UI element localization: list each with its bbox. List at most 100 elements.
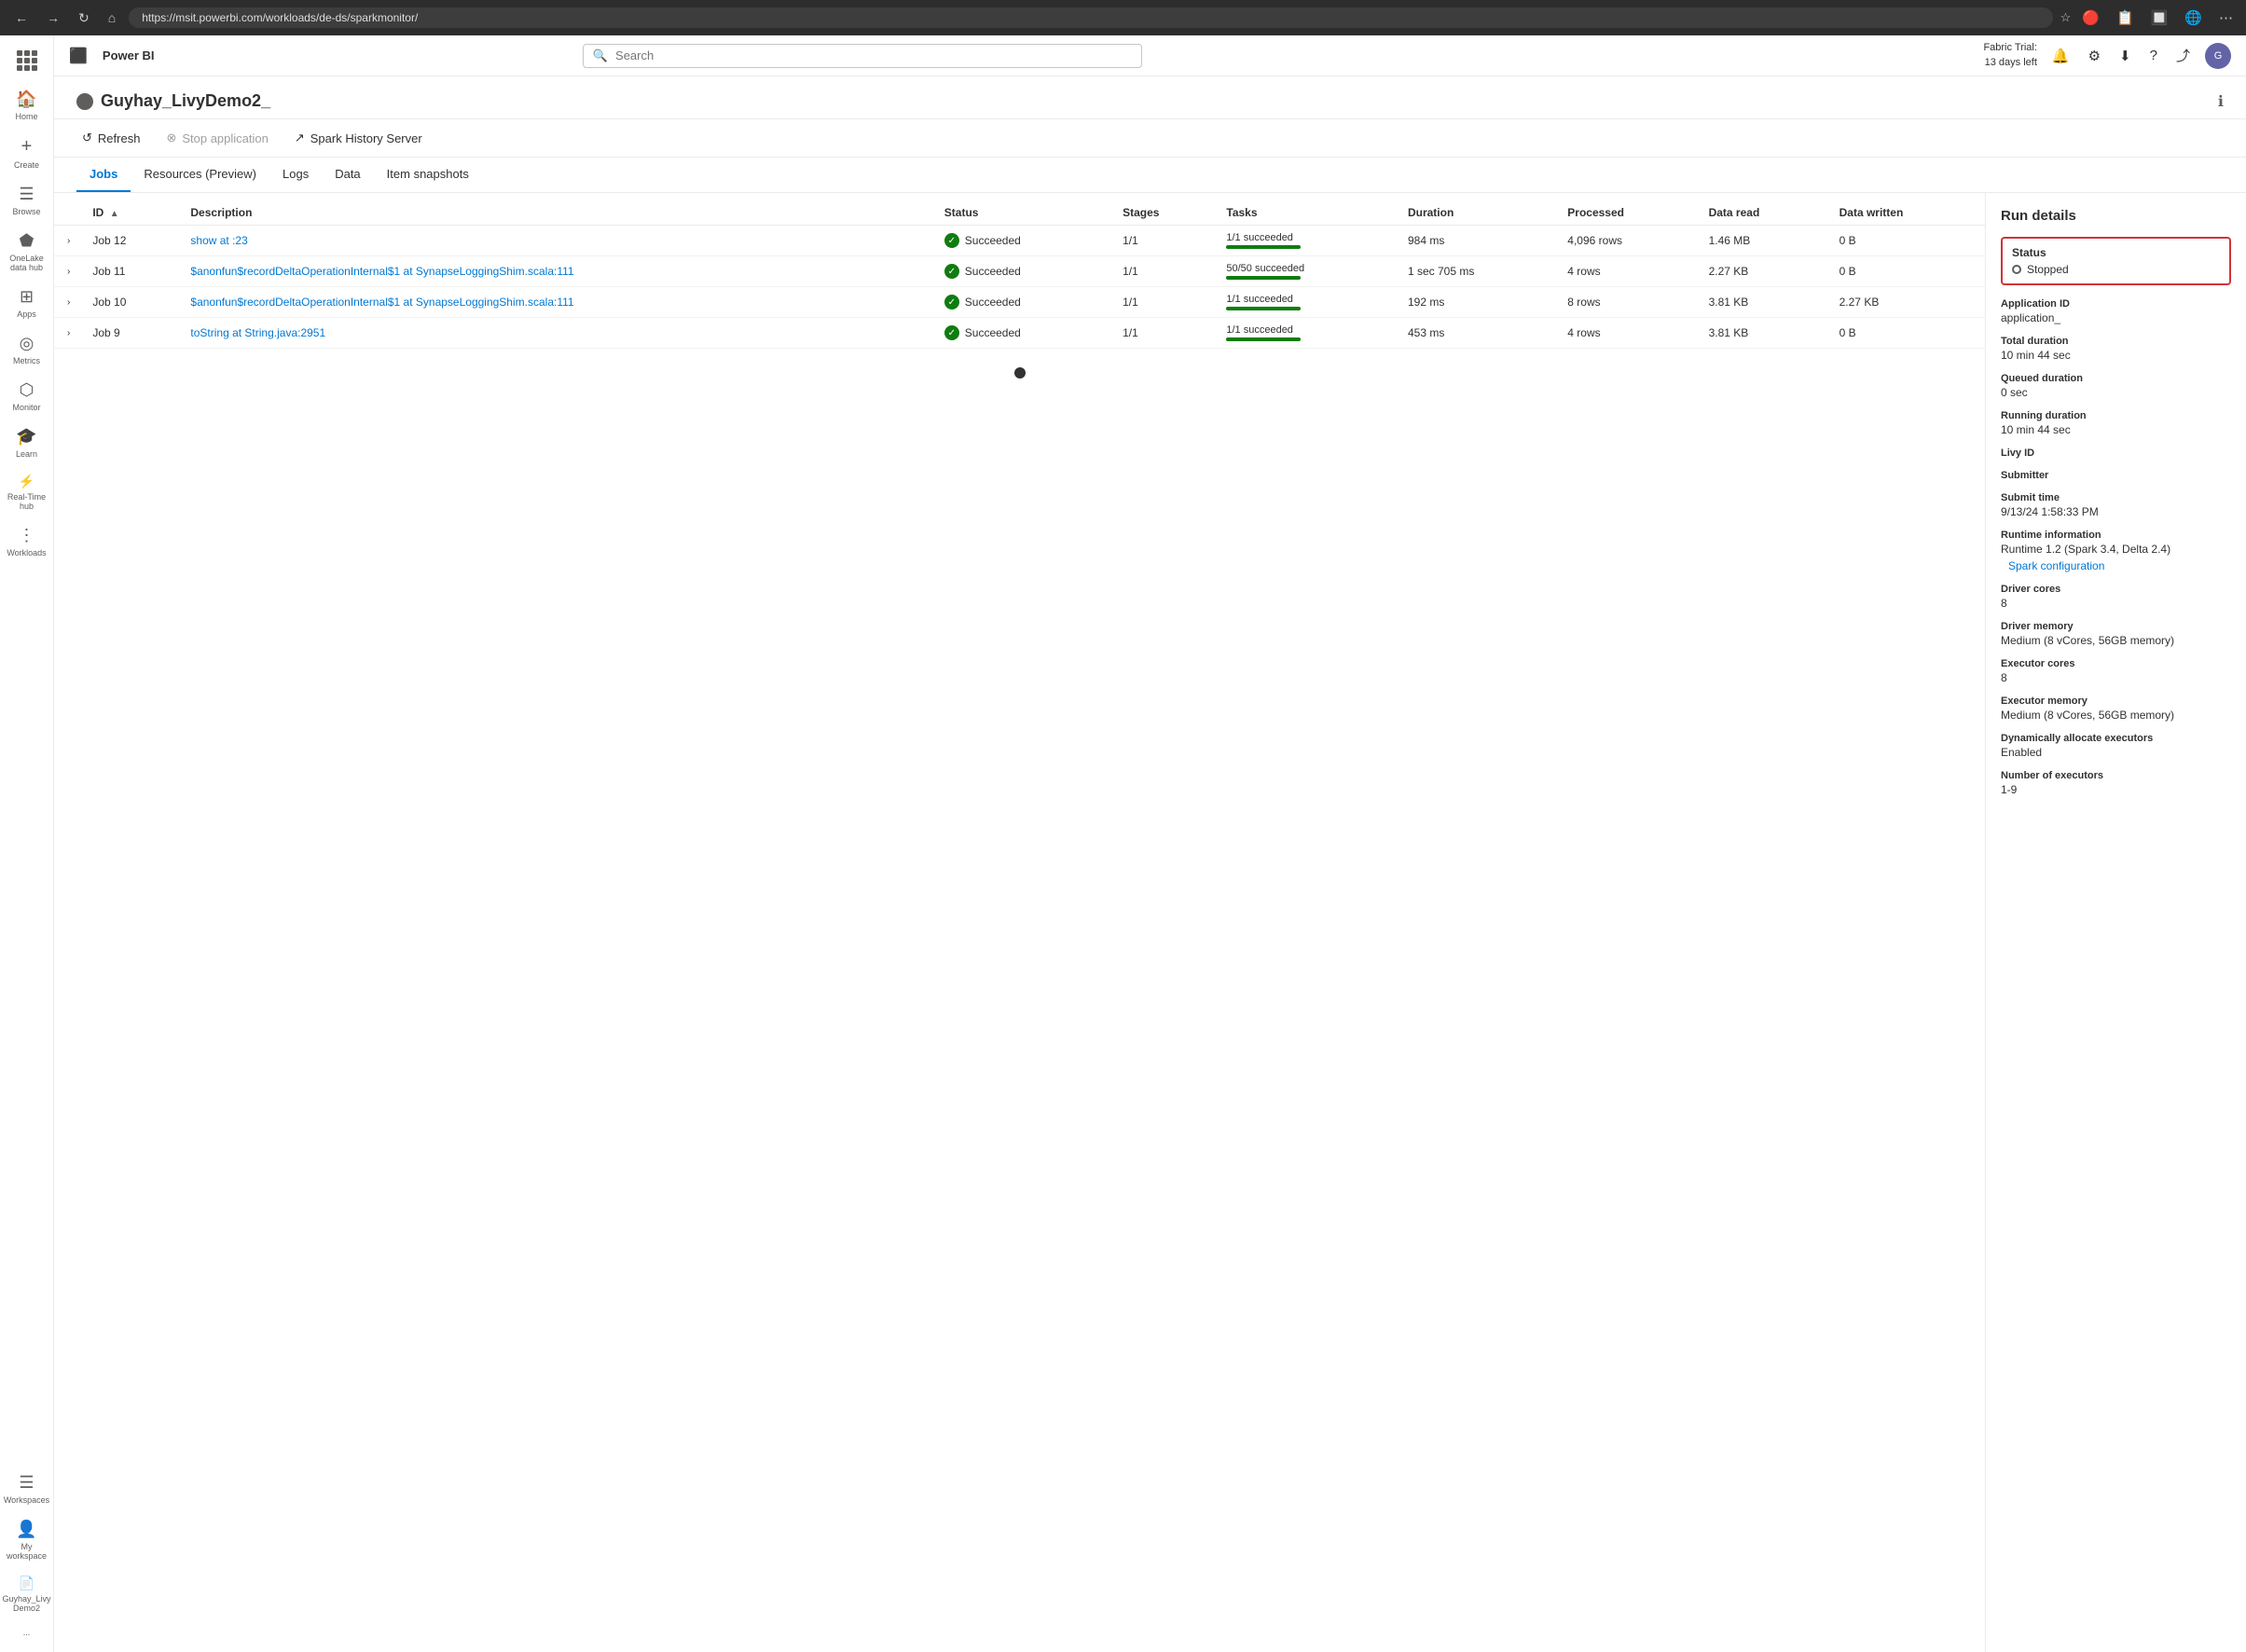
- driver-memory-value: Medium (8 vCores, 56GB memory): [2001, 634, 2231, 647]
- running-duration-value: 10 min 44 sec: [2001, 423, 2231, 436]
- row-expand-button[interactable]: ›: [63, 326, 74, 340]
- ext3-icon[interactable]: 🔲: [2147, 7, 2172, 28]
- driver-cores-label: Driver cores: [2001, 584, 2231, 595]
- progress-fill: [1226, 337, 1301, 341]
- share-button[interactable]: ⤴: [2172, 44, 2194, 67]
- running-duration-label: Running duration: [2001, 410, 2231, 421]
- row-expand-button[interactable]: ›: [63, 234, 74, 248]
- download-button[interactable]: ⬇: [2115, 46, 2135, 66]
- stop-label: Stop application: [182, 131, 269, 145]
- search-icon: 🔍: [593, 48, 608, 63]
- metrics-icon: ◎: [20, 334, 34, 353]
- th-data-read[interactable]: Data read: [1700, 200, 1830, 226]
- url-bar[interactable]: [129, 7, 2052, 28]
- notifications-button[interactable]: 🔔: [2048, 46, 2074, 66]
- sidebar-item-realtimehub[interactable]: ⚡ Real-Time hub: [0, 466, 53, 518]
- livy-id-section: Livy ID: [2001, 447, 2231, 459]
- progress-bar: [1226, 307, 1301, 310]
- job-link[interactable]: $anonfun$recordDeltaOperationInternal$1 …: [190, 265, 573, 278]
- job-link[interactable]: toString at String.java:2951: [190, 326, 325, 339]
- sidebar-item-more[interactable]: ...: [0, 1620, 53, 1645]
- workloads-icon: ⋮: [19, 526, 35, 545]
- user-avatar[interactable]: G: [2205, 43, 2231, 69]
- sidebar-label-create: Create: [14, 160, 39, 170]
- th-tasks[interactable]: Tasks: [1217, 200, 1399, 226]
- sidebar-item-onelake[interactable]: ⬟ OneLake data hub: [0, 224, 53, 280]
- row-expand-button[interactable]: ›: [63, 265, 74, 279]
- status-success-icon: ✓: [944, 325, 959, 340]
- tab-jobs[interactable]: Jobs: [76, 158, 131, 192]
- refresh-button[interactable]: ↺ Refresh: [76, 127, 145, 149]
- search-input[interactable]: [615, 48, 1132, 62]
- row-description-cell: $anonfun$recordDeltaOperationInternal$1 …: [181, 287, 934, 318]
- onelake-icon: ⬟: [20, 231, 34, 251]
- refresh-button[interactable]: ↻: [73, 8, 95, 28]
- grid-icon: [17, 50, 37, 71]
- dynamic-executors-label: Dynamically allocate executors: [2001, 733, 2231, 744]
- job-link[interactable]: show at :23: [190, 234, 247, 247]
- sidebar-item-monitor[interactable]: ⬡ Monitor: [0, 373, 53, 420]
- search-box[interactable]: 🔍: [583, 44, 1142, 68]
- sidebar-item-learn[interactable]: 🎓 Learn: [0, 420, 53, 466]
- sidebar-label-monitor: Monitor: [12, 403, 40, 412]
- page-help-icon[interactable]: ℹ: [2218, 92, 2224, 111]
- more-browser-icon[interactable]: ⋯: [2215, 7, 2237, 28]
- myworkspace-icon: 👤: [16, 1520, 36, 1539]
- th-id[interactable]: ID ▲: [83, 200, 181, 226]
- app-id-value: application_: [2001, 311, 2231, 324]
- task-label: 50/50 succeeded: [1226, 263, 1389, 274]
- top-bar: ⬛ Power BI 🔍 Fabric Trial: 13 days left …: [54, 35, 2246, 76]
- realtimehub-icon: ⚡: [19, 474, 34, 489]
- sidebar-item-myworkspace[interactable]: 👤 My workspace: [0, 1512, 53, 1568]
- row-data-read-cell: 3.81 KB: [1700, 287, 1830, 318]
- sidebar-item-apps[interactable]: ⊞ Apps: [0, 280, 53, 326]
- sidebar-item-metrics[interactable]: ◎ Metrics: [0, 326, 53, 373]
- sidebar-item-workspaces[interactable]: ☰ Workspaces: [0, 1466, 53, 1512]
- task-label: 1/1 succeeded: [1226, 324, 1389, 336]
- tab-resources[interactable]: Resources (Preview): [131, 158, 269, 192]
- back-button[interactable]: ←: [9, 8, 34, 27]
- progress-bar: [1226, 276, 1301, 280]
- status-box: Status Stopped: [2001, 237, 2231, 285]
- settings-button[interactable]: ⚙: [2085, 46, 2104, 66]
- tab-logs[interactable]: Logs: [269, 158, 322, 192]
- row-data-read-cell: 1.46 MB: [1700, 226, 1830, 256]
- home-icon: 🏠: [16, 89, 36, 109]
- job-link[interactable]: $anonfun$recordDeltaOperationInternal$1 …: [190, 296, 573, 309]
- sidebar-logo-area[interactable]: [0, 43, 53, 82]
- sidebar-item-browse[interactable]: ☰ Browse: [0, 177, 53, 224]
- sidebar-item-home[interactable]: 🏠 Home: [0, 82, 53, 129]
- spark-history-button[interactable]: ↗ Spark History Server: [289, 127, 428, 149]
- tab-snapshots[interactable]: Item snapshots: [374, 158, 482, 192]
- sidebar-item-workloads[interactable]: ⋮ Workloads: [0, 518, 53, 565]
- ext2-icon[interactable]: 📋: [2113, 7, 2138, 28]
- sidebar-label-onelake: OneLake data hub: [4, 254, 49, 272]
- ext4-icon[interactable]: 🌐: [2181, 7, 2206, 28]
- th-duration[interactable]: Duration: [1399, 200, 1558, 226]
- sidebar-label-workloads: Workloads: [7, 548, 46, 558]
- status-text: Succeeded: [965, 326, 1021, 339]
- spark-config-link[interactable]: Spark configuration: [2001, 559, 2231, 572]
- sidebar-item-create[interactable]: + Create: [0, 129, 53, 177]
- row-expand-cell: ›: [54, 318, 83, 349]
- help-button[interactable]: ?: [2146, 46, 2161, 65]
- row-description-cell: $anonfun$recordDeltaOperationInternal$1 …: [181, 256, 934, 287]
- th-stages[interactable]: Stages: [1113, 200, 1217, 226]
- forward-button[interactable]: →: [41, 8, 65, 27]
- th-status[interactable]: Status: [935, 200, 1113, 226]
- th-processed[interactable]: Processed: [1558, 200, 1699, 226]
- running-duration-section: Running duration 10 min 44 sec: [2001, 410, 2231, 436]
- livy-id-label: Livy ID: [2001, 447, 2231, 459]
- sidebar-item-guyhay[interactable]: 📄 Guyhay_Livy Demo2: [0, 1568, 53, 1620]
- ext1-icon[interactable]: 🔴: [2078, 7, 2103, 28]
- tab-data[interactable]: Data: [322, 158, 373, 192]
- row-data-read-cell: 2.27 KB: [1700, 256, 1830, 287]
- browser-icon-group: 🔴 📋 🔲 🌐 ⋯: [2078, 7, 2237, 28]
- stop-application-button[interactable]: ⊗ Stop application: [160, 127, 273, 149]
- status-success-icon: ✓: [944, 233, 959, 248]
- th-description[interactable]: Description: [181, 200, 934, 226]
- row-expand-button[interactable]: ›: [63, 296, 74, 310]
- home-button[interactable]: ⌂: [103, 8, 121, 27]
- row-tasks-cell: 1/1 succeeded: [1217, 318, 1399, 349]
- th-data-written[interactable]: Data written: [1830, 200, 1985, 226]
